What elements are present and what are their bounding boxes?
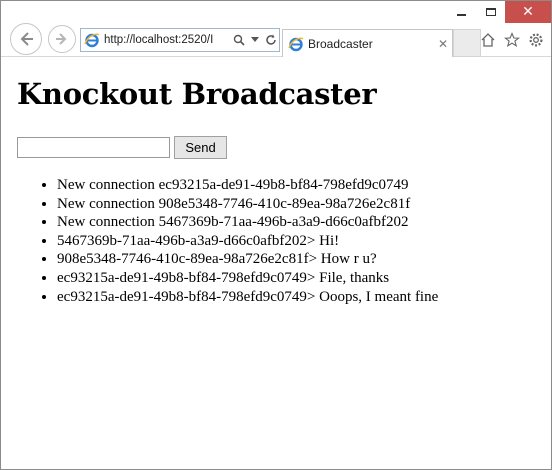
refresh-icon[interactable]: [263, 30, 279, 50]
list-item: ec93215a-de91-49b8-bf84-798efd9c0749> Fi…: [57, 269, 438, 288]
minimize-button[interactable]: [447, 1, 476, 23]
forward-icon: [56, 33, 67, 45]
list-item: New connection ec93215a-de91-49b8-bf84-7…: [57, 176, 438, 195]
maximize-icon: [485, 8, 496, 16]
list-item: 5467369b-71aa-496b-a3a9-d66c0afbf202> Hi…: [57, 232, 438, 251]
ie-tab-icon: [288, 36, 304, 52]
ie-icon: [83, 31, 101, 49]
message-input[interactable]: [17, 137, 170, 158]
browser-chrome: ✕ http://localhost:2520/I Broadcaster ✕: [1, 1, 551, 57]
home-icon[interactable]: [479, 31, 497, 49]
search-icon[interactable]: [231, 30, 247, 50]
address-bar[interactable]: http://localhost:2520/I: [80, 28, 280, 52]
list-item: New connection 908e5348-7746-410c-89ea-9…: [57, 195, 438, 214]
send-button[interactable]: Send: [174, 136, 227, 159]
page-title: Knockout Broadcaster: [17, 77, 377, 111]
minimize-icon: [457, 14, 466, 16]
window-controls: ✕: [447, 1, 551, 23]
address-url[interactable]: http://localhost:2520/I: [101, 34, 231, 46]
close-icon: ✕: [522, 4, 534, 20]
close-window-button[interactable]: ✕: [505, 1, 551, 23]
settings-icon[interactable]: [527, 31, 545, 49]
favorites-icon[interactable]: [503, 31, 521, 49]
page-content: Knockout Broadcaster Send New connection…: [1, 58, 551, 469]
new-tab-button[interactable]: [453, 29, 481, 57]
dropdown-icon[interactable]: [247, 30, 263, 50]
back-icon: [20, 32, 33, 46]
list-item: ec93215a-de91-49b8-bf84-798efd9c0749> Oo…: [57, 288, 438, 307]
toolbar-icons: [479, 31, 545, 49]
tab-broadcaster[interactable]: Broadcaster ✕: [282, 29, 453, 57]
tab-title: Broadcaster: [308, 36, 373, 51]
browser-window: ✕ http://localhost:2520/I Broadcaster ✕ …: [0, 0, 552, 470]
back-button[interactable]: [10, 23, 42, 55]
list-item: 908e5348-7746-410c-89ea-98a726e2c81f> Ho…: [57, 250, 438, 269]
maximize-button[interactable]: [476, 1, 505, 23]
forward-button[interactable]: [48, 25, 76, 53]
message-list: New connection ec93215a-de91-49b8-bf84-7…: [17, 176, 438, 306]
tab-close-icon[interactable]: ✕: [434, 37, 452, 51]
list-item: New connection 5467369b-71aa-496b-a3a9-d…: [57, 213, 438, 232]
